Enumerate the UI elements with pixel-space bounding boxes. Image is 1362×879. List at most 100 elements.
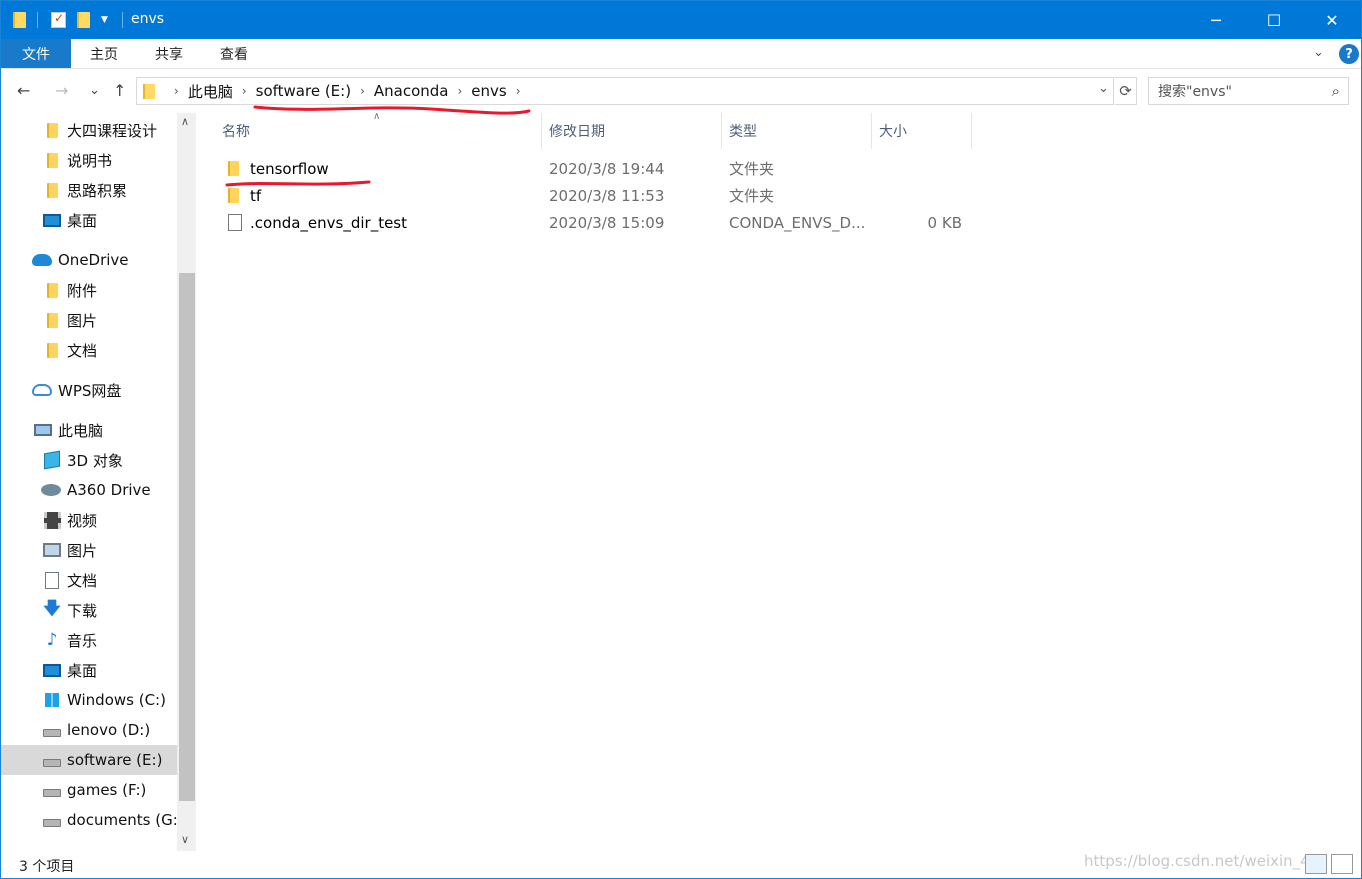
file-row[interactable]: tf 2020/3/8 11:53 文件夹 — [216, 182, 976, 209]
help-icon[interactable]: ? — [1339, 44, 1359, 64]
large-icons-view-icon[interactable] — [1331, 854, 1353, 874]
file-type: 文件夹 — [729, 187, 775, 205]
address-bar[interactable]: › 此电脑 › software (E:) › Anaconda › envs … — [136, 77, 1114, 105]
scroll-up-arrow-icon[interactable]: ∧ — [181, 115, 189, 128]
sidebar-item-lenovo-drive[interactable]: lenovo (D:) — [1, 715, 177, 745]
file-size — [876, 155, 962, 182]
tab-file[interactable]: 文件 — [1, 39, 71, 68]
sidebar-item-label: 图片 — [67, 541, 98, 560]
3d-objects-icon — [43, 450, 61, 470]
onedrive-icon — [32, 251, 52, 269]
ribbon-tabs: 文件 主页 共享 查看 ⌄ ? — [1, 39, 1361, 69]
sidebar-item-music[interactable]: ♪ 音乐 — [1, 625, 177, 655]
forward-button[interactable]: → — [55, 81, 68, 100]
tab-view[interactable]: 查看 — [209, 39, 259, 68]
divider — [122, 12, 123, 28]
close-button[interactable]: ✕ — [1303, 1, 1361, 39]
sidebar-item-documents-drive[interactable]: documents (G:) — [1, 805, 177, 835]
expand-ribbon-icon[interactable]: ⌄ — [1313, 45, 1324, 60]
tab-home[interactable]: 主页 — [79, 39, 129, 68]
sidebar-item-label: 说明书 — [67, 151, 113, 170]
minimize-button[interactable]: ─ — [1187, 1, 1245, 39]
file-row[interactable]: .conda_envs_dir_test 2020/3/8 15:09 COND… — [216, 209, 976, 236]
sidebar-item-onedrive[interactable]: OneDrive — [1, 245, 177, 275]
sidebar-item-games-drive[interactable]: games (F:) — [1, 775, 177, 805]
sort-ascending-icon: ∧ — [373, 111, 381, 122]
sidebar-item-label: 文档 — [67, 341, 98, 360]
sidebar-item-a360-drive[interactable]: A360 Drive — [1, 475, 177, 505]
file-size — [876, 182, 962, 209]
column-header-size[interactable]: 大小 — [871, 113, 972, 149]
sidebar-item-downloads[interactable]: 🡇 下载 — [1, 595, 177, 625]
column-header-modified[interactable]: 修改日期 — [541, 113, 722, 149]
sidebar-item-label: WPS网盘 — [58, 381, 122, 400]
scroll-down-arrow-icon[interactable]: ∨ — [181, 833, 189, 846]
sidebar-item-label: 3D 对象 — [67, 451, 123, 470]
back-button[interactable]: ← — [17, 81, 30, 100]
music-note-icon: ♪ — [46, 630, 58, 650]
column-header-type[interactable]: 类型 — [721, 113, 872, 149]
search-input[interactable]: 搜索"envs" ⌕ — [1148, 77, 1349, 105]
sidebar-scrollbar-thumb[interactable] — [179, 273, 195, 801]
file-name[interactable]: .conda_envs_dir_test — [250, 209, 407, 236]
drive-icon — [43, 811, 61, 829]
navigation-pane: 大四课程设计 说明书 思路积累 桌面 OneDrive 附件 图片 文档 WPS… — [1, 113, 177, 851]
file-modified: 2020/3/8 15:09 — [549, 213, 665, 232]
breadcrumb-separator[interactable]: › — [516, 84, 521, 98]
breadcrumb-separator[interactable]: › — [174, 84, 179, 98]
sidebar-item-course-design[interactable]: 大四课程设计 — [1, 115, 177, 145]
breadcrumb-software-drive[interactable]: software (E:) — [256, 82, 351, 100]
drive-icon — [43, 721, 61, 739]
sidebar-item-onedrive-pictures[interactable]: 图片 — [1, 305, 177, 335]
file-name[interactable]: tensorflow — [250, 155, 329, 182]
breadcrumb-separator[interactable]: › — [242, 84, 247, 98]
breadcrumb-this-pc[interactable]: 此电脑 — [188, 81, 233, 102]
item-count: 3 个项目 — [19, 859, 75, 875]
sidebar-item-3d-objects[interactable]: 3D 对象 — [1, 445, 177, 475]
search-icon[interactable]: ⌕ — [1332, 82, 1340, 100]
breadcrumb-separator[interactable]: › — [360, 84, 365, 98]
recent-locations-button[interactable]: ⌄ — [89, 83, 100, 98]
sidebar-item-onedrive-documents[interactable]: 文档 — [1, 335, 177, 365]
windows-drive-icon — [43, 691, 61, 709]
desktop-icon — [43, 211, 61, 229]
sidebar-item-ideas[interactable]: 思路积累 — [1, 175, 177, 205]
customize-quick-access-icon[interactable]: ▼ — [101, 10, 108, 30]
folder-icon — [13, 10, 26, 30]
refresh-button[interactable]: ⟳ — [1115, 77, 1137, 105]
window-title: envs — [131, 11, 165, 27]
sidebar-item-documents[interactable]: 文档 — [1, 565, 177, 595]
maximize-button[interactable]: ☐ — [1245, 1, 1303, 39]
sidebar-item-windows-drive[interactable]: Windows (C:) — [1, 685, 177, 715]
file-name[interactable]: tf — [250, 182, 261, 209]
file-row[interactable]: tensorflow 2020/3/8 19:44 文件夹 — [216, 155, 976, 182]
drive-icon — [43, 781, 61, 799]
title-bar: ▼ envs ─ ☐ ✕ — [1, 1, 1361, 39]
sidebar-item-attachments[interactable]: 附件 — [1, 275, 177, 305]
sidebar-item-label: 音乐 — [67, 631, 98, 650]
sidebar-item-pictures[interactable]: 图片 — [1, 535, 177, 565]
sidebar-item-this-pc[interactable]: 此电脑 — [1, 415, 177, 445]
sidebar-item-videos[interactable]: 视频 — [1, 505, 177, 535]
wps-cloud-icon — [32, 381, 52, 399]
breadcrumb-separator[interactable]: › — [457, 84, 462, 98]
breadcrumb-anaconda[interactable]: Anaconda — [374, 82, 449, 100]
sidebar-item-wps-cloud[interactable]: WPS网盘 — [1, 375, 177, 405]
sidebar-item-desktop-quick[interactable]: 桌面 — [1, 205, 177, 235]
sidebar-item-manual[interactable]: 说明书 — [1, 145, 177, 175]
download-arrow-icon: 🡇 — [43, 598, 61, 619]
search-placeholder: 搜索"envs" — [1158, 84, 1232, 100]
file-icon — [228, 209, 242, 236]
details-view-icon[interactable] — [1305, 854, 1327, 874]
properties-icon[interactable] — [51, 10, 66, 30]
breadcrumb-envs[interactable]: envs — [471, 82, 506, 100]
sidebar-item-label: lenovo (D:) — [67, 721, 151, 739]
sidebar-item-desktop[interactable]: 桌面 — [1, 655, 177, 685]
sidebar-item-software-drive[interactable]: software (E:) — [1, 745, 177, 775]
film-icon — [43, 511, 61, 529]
new-folder-icon[interactable] — [77, 10, 90, 30]
pictures-icon — [43, 541, 61, 559]
address-history-chevron-icon[interactable]: ⌄ — [1098, 81, 1109, 96]
up-button[interactable]: ↑ — [113, 81, 126, 100]
tab-share[interactable]: 共享 — [144, 39, 194, 68]
